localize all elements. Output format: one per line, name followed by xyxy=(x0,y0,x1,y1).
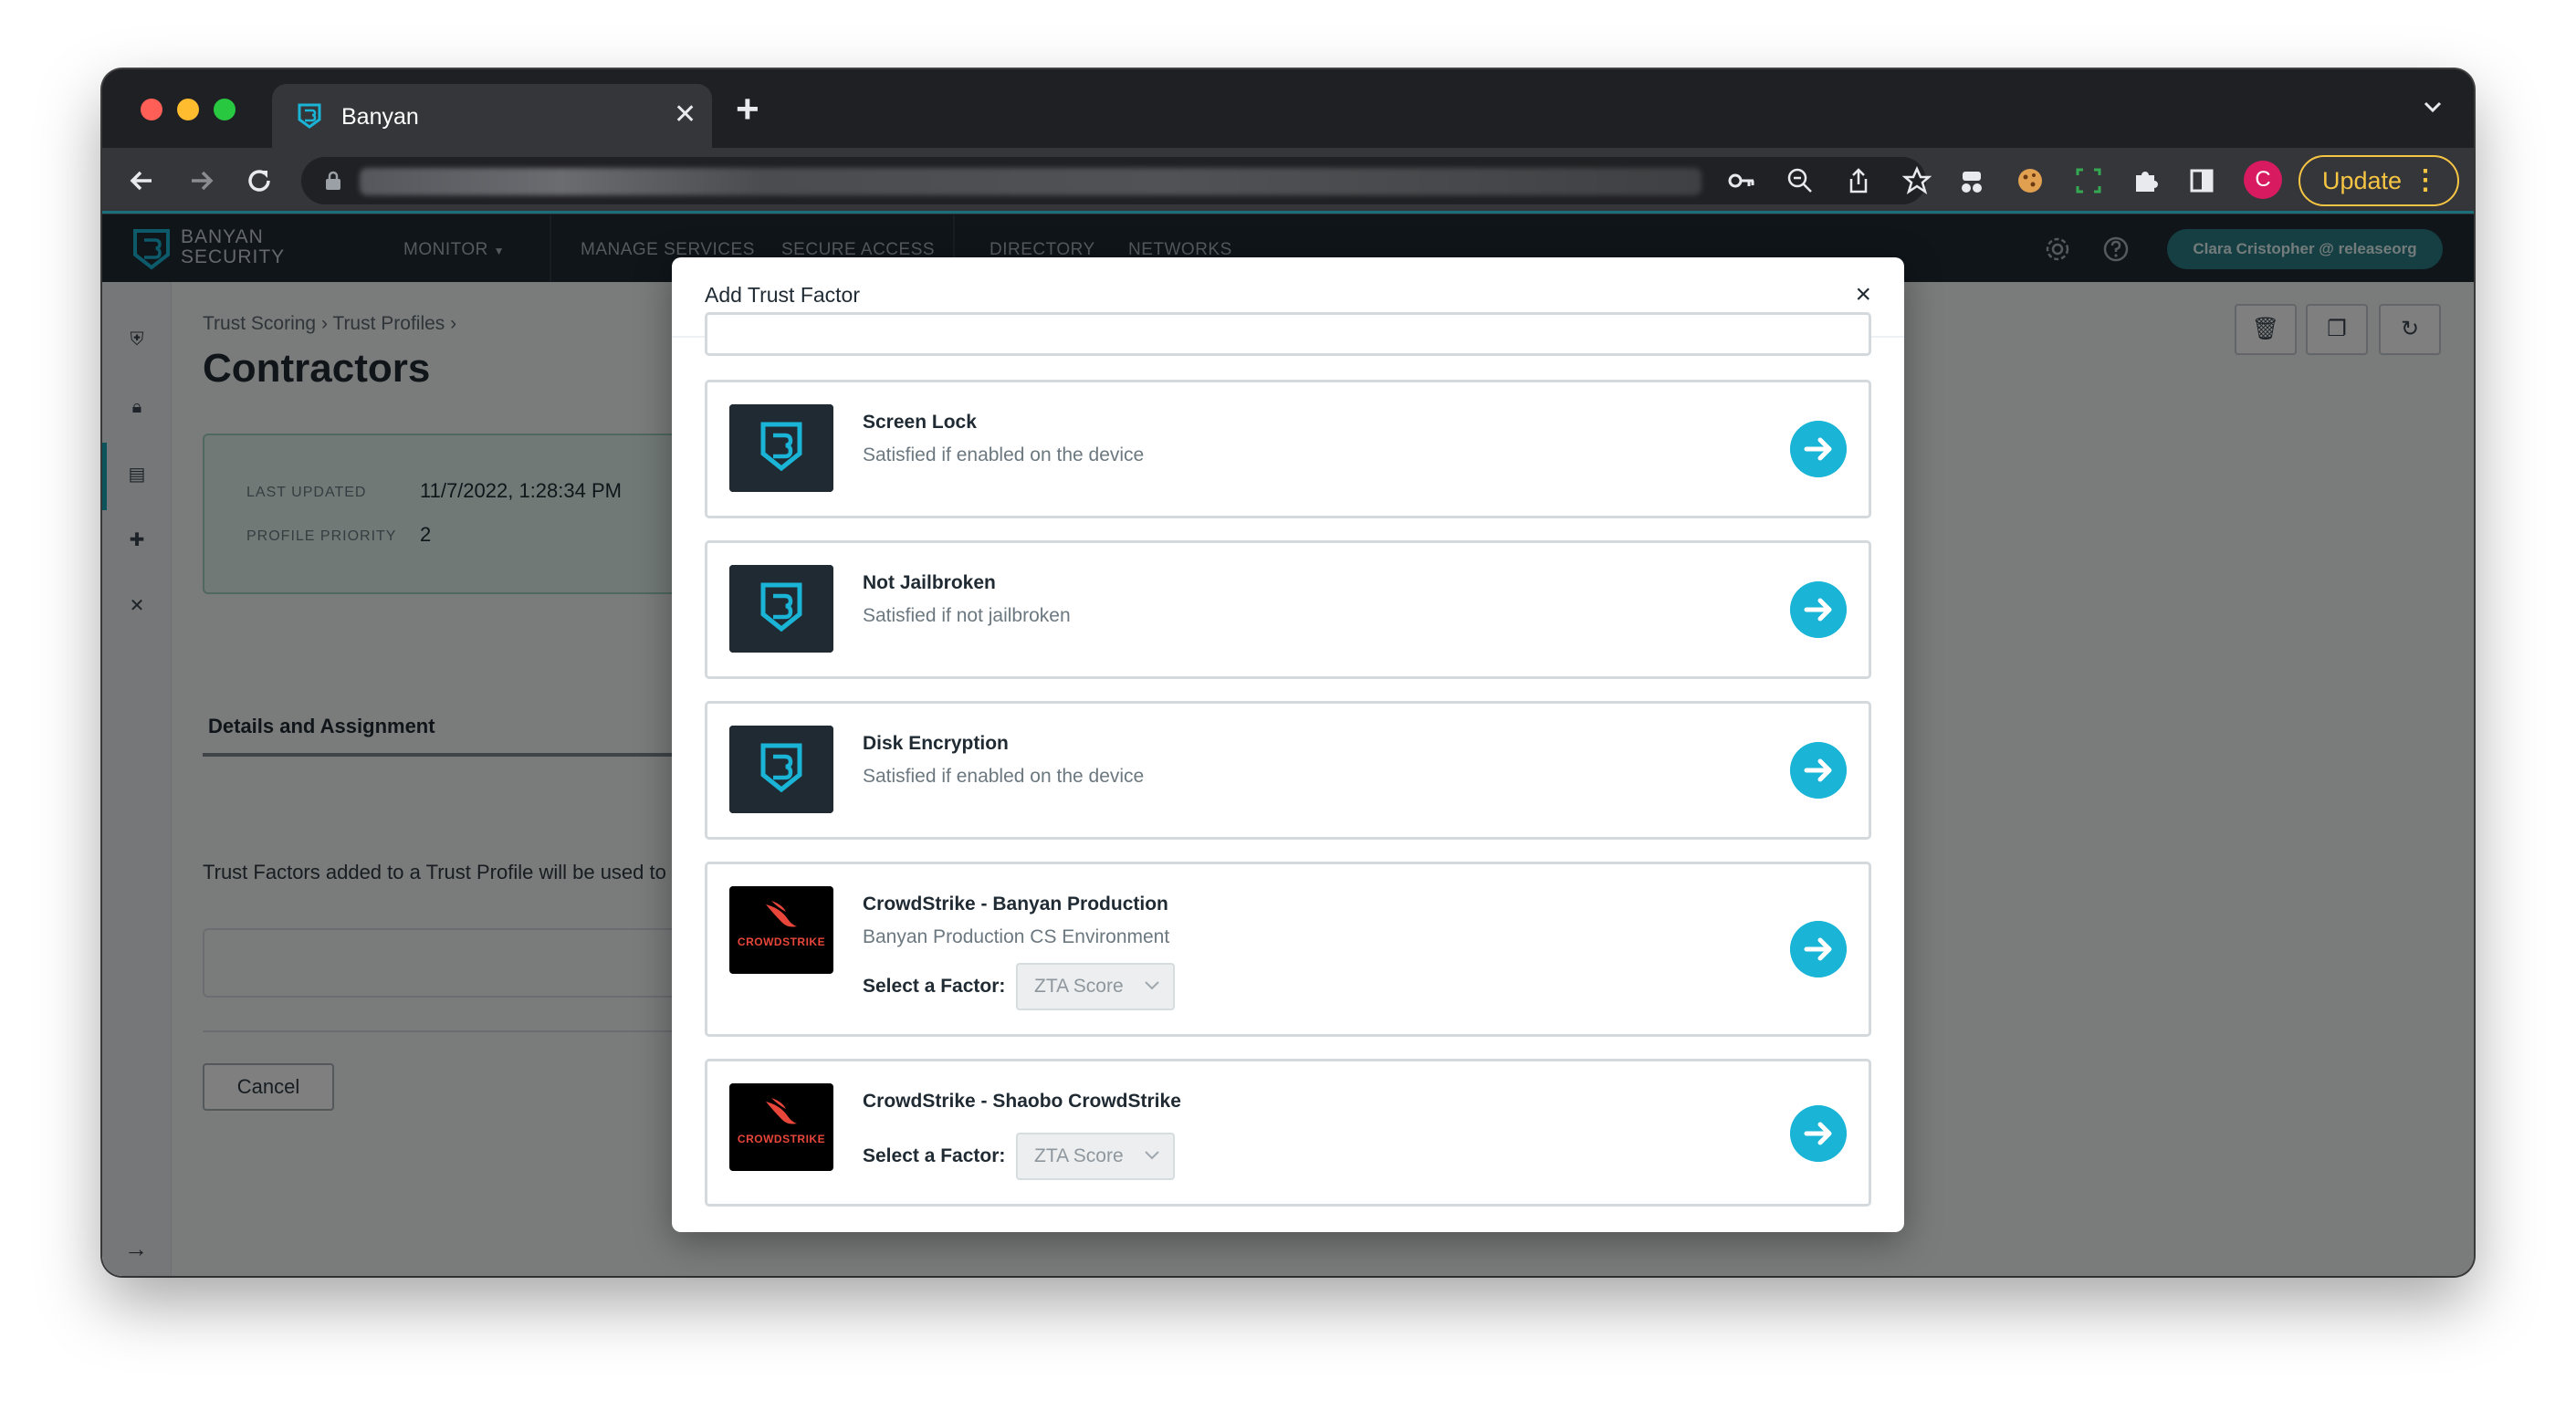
factor-name: Screen Lock xyxy=(863,412,977,433)
address-bar[interactable] xyxy=(301,157,1932,204)
factor-select-value: ZTA Score xyxy=(1034,1145,1124,1166)
banyan-favicon-icon xyxy=(298,103,321,129)
select-factor-label: Select a Factor: xyxy=(863,1145,1006,1166)
banyan-logo-icon xyxy=(729,565,833,653)
arrow-right-circle-icon[interactable] xyxy=(1790,421,1847,477)
arrow-right-circle-icon[interactable] xyxy=(1790,921,1847,977)
reload-icon[interactable] xyxy=(241,162,277,199)
factor-subtitle: Satisfied if not jailbroken xyxy=(863,605,1071,626)
crowdstrike-wordmark: CROWDSTRIKE xyxy=(737,1133,826,1145)
lock-icon xyxy=(326,171,340,190)
cookie-extension-icon[interactable] xyxy=(2016,166,2045,195)
factor-select-dropdown[interactable]: ZTA Score xyxy=(1016,1133,1175,1180)
profile-avatar[interactable]: C xyxy=(2244,161,2282,199)
arrow-right-circle-icon[interactable] xyxy=(1790,742,1847,799)
trust-factor-card-not-jailbroken[interactable]: Not Jailbroken Satisfied if not jailbrok… xyxy=(705,540,1871,679)
falcon-icon xyxy=(766,901,797,927)
new-tab-button[interactable]: + xyxy=(736,89,759,130)
update-button[interactable]: Update ⋮ xyxy=(2299,155,2459,206)
factor-subtitle: Satisfied if enabled on the device xyxy=(863,444,1145,465)
add-trust-factor-modal: Add Trust Factor × Screen Lock Satisfied… xyxy=(672,257,1904,1232)
arrow-right-circle-icon[interactable] xyxy=(1790,1105,1847,1162)
blurred-url xyxy=(360,168,1702,195)
close-icon[interactable]: × xyxy=(1855,281,1871,308)
crowdstrike-logo-icon: CROWDSTRIKE xyxy=(729,886,833,974)
share-icon[interactable] xyxy=(1844,166,1873,195)
minimize-window-button[interactable] xyxy=(177,99,199,120)
tab-close-icon[interactable]: ✕ xyxy=(674,99,696,131)
falcon-icon xyxy=(766,1098,797,1124)
back-arrow-icon[interactable] xyxy=(124,162,161,199)
factor-select-value: ZTA Score xyxy=(1034,976,1124,997)
tab-strip: Banyan ✕ + xyxy=(102,69,2474,148)
zoom-out-icon[interactable] xyxy=(1785,166,1815,195)
modal-title: Add Trust Factor xyxy=(705,283,861,307)
arrow-right-circle-icon[interactable] xyxy=(1790,581,1847,638)
trust-factor-card-partial[interactable] xyxy=(705,312,1871,356)
factor-name: CrowdStrike - Banyan Production xyxy=(863,894,1168,915)
trust-factor-card-crowdstrike-banyan-production[interactable]: CROWDSTRIKE CrowdStrike - Banyan Product… xyxy=(705,862,1871,1037)
crowdstrike-wordmark: CROWDSTRIKE xyxy=(737,935,826,948)
banyan-logo-icon xyxy=(729,726,833,813)
close-window-button[interactable] xyxy=(141,99,162,120)
tab-search-chevron-icon[interactable] xyxy=(2421,95,2445,119)
tab-title: Banyan xyxy=(341,104,419,130)
banyan-logo-icon xyxy=(729,404,833,492)
trust-factor-card-disk-encryption[interactable]: Disk Encryption Satisfied if enabled on … xyxy=(705,701,1871,840)
maximize-window-button[interactable] xyxy=(214,99,236,120)
forward-arrow-icon[interactable] xyxy=(183,162,219,199)
extension-incognito-icon[interactable] xyxy=(1957,166,1986,195)
kebab-menu-icon[interactable]: ⋮ xyxy=(2412,157,2439,204)
trust-factor-card-crowdstrike-shaobo[interactable]: CROWDSTRIKE CrowdStrike - Shaobo CrowdSt… xyxy=(705,1059,1871,1207)
browser-tab[interactable]: Banyan ✕ xyxy=(272,84,712,148)
bookmark-star-icon[interactable] xyxy=(1902,166,1932,195)
chevron-down-icon xyxy=(1145,1151,1159,1160)
factor-subtitle: Banyan Production CS Environment xyxy=(863,926,1170,947)
factor-select-dropdown[interactable]: ZTA Score xyxy=(1016,963,1175,1010)
key-icon[interactable] xyxy=(1727,166,1756,195)
select-factor-label: Select a Factor: xyxy=(863,976,1006,997)
factor-name: CrowdStrike - Shaobo CrowdStrike xyxy=(863,1091,1181,1112)
extensions-puzzle-icon[interactable] xyxy=(2131,166,2160,195)
screenshot-extension-icon[interactable] xyxy=(2074,166,2103,195)
factor-subtitle: Satisfied if enabled on the device xyxy=(863,766,1145,787)
factor-name: Not Jailbroken xyxy=(863,572,996,593)
browser-toolbar: C Update ⋮ xyxy=(102,148,2474,214)
crowdstrike-logo-icon: CROWDSTRIKE xyxy=(729,1083,833,1171)
chevron-down-icon xyxy=(1145,981,1159,990)
factor-name: Disk Encryption xyxy=(863,733,1009,754)
side-panel-icon[interactable] xyxy=(2187,166,2216,195)
update-label: Update xyxy=(2322,167,2403,194)
trust-factor-card-screen-lock[interactable]: Screen Lock Satisfied if enabled on the … xyxy=(705,380,1871,518)
